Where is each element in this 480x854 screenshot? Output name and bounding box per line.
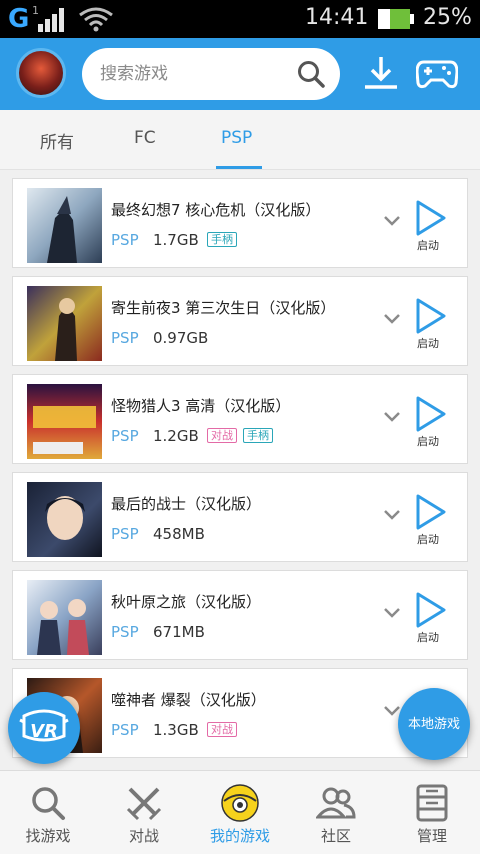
platform-tabs: 所有 FC PSP bbox=[0, 110, 480, 170]
clock: 14:41 bbox=[305, 5, 369, 30]
game-platform: PSP bbox=[111, 427, 139, 445]
active-tab-indicator bbox=[216, 166, 262, 169]
game-size: 0.97GB bbox=[153, 329, 209, 347]
gamepad-badge: 手柄 bbox=[243, 428, 273, 443]
chevron-down-icon[interactable] bbox=[383, 509, 401, 521]
vr-headset-icon: VR bbox=[19, 709, 69, 742]
versus-badge: 对战 bbox=[207, 722, 237, 737]
gamepad-badge: 手柄 bbox=[207, 232, 237, 247]
nav-community[interactable]: 社区 bbox=[288, 771, 384, 854]
game-platform: PSP bbox=[111, 329, 139, 347]
game-size: 671MB bbox=[153, 623, 205, 641]
chevron-down-icon[interactable] bbox=[383, 313, 401, 325]
game-size: 1.3GB bbox=[153, 721, 199, 739]
nav-battle[interactable]: 对战 bbox=[96, 771, 192, 854]
crossed-swords-icon bbox=[126, 787, 162, 821]
versus-badge: 对战 bbox=[207, 428, 237, 443]
vr-button[interactable]: VR bbox=[8, 692, 80, 764]
app-screen: G 1 14:41 25% 搜索游戏 所有 FC PSP 最终幻想7 核心危机（… bbox=[0, 0, 480, 854]
avatar[interactable] bbox=[16, 48, 66, 98]
game-title: 最终幻想7 核心危机（汉化版） bbox=[111, 201, 321, 219]
game-size: 1.2GB bbox=[153, 427, 199, 445]
game-cover-image bbox=[27, 188, 102, 263]
game-title: 寄生前夜3 第三次生日（汉化版） bbox=[111, 299, 336, 317]
battery-icon bbox=[378, 9, 414, 29]
game-card[interactable]: 怪物猎人3 高清（汉化版） PSP 1.2GB 对战 手柄 启动 bbox=[12, 374, 468, 464]
app-header bbox=[0, 38, 480, 110]
play-icon[interactable] bbox=[415, 493, 447, 531]
start-button-label[interactable]: 启动 bbox=[417, 629, 439, 645]
search-bar[interactable] bbox=[82, 48, 340, 100]
network-type: G bbox=[8, 4, 30, 34]
game-card[interactable]: 寄生前夜3 第三次生日（汉化版） PSP 0.97GB 启动 bbox=[12, 276, 468, 366]
search-input[interactable] bbox=[100, 60, 280, 88]
play-icon[interactable] bbox=[415, 395, 447, 433]
nav-label: 对战 bbox=[128, 827, 159, 845]
bottom-nav: 找游戏 对战 我的游戏 社区 管理 bbox=[0, 770, 480, 854]
nav-label: 找游戏 bbox=[25, 827, 71, 845]
nav-my-games[interactable]: 我的游戏 bbox=[192, 771, 288, 854]
search-icon bbox=[32, 787, 65, 820]
game-card[interactable]: 最终幻想7 核心危机（汉化版） PSP 1.7GB 手柄 启动 bbox=[12, 178, 468, 268]
play-icon[interactable] bbox=[415, 591, 447, 629]
manage-icon bbox=[416, 784, 448, 822]
start-button-label[interactable]: 启动 bbox=[417, 531, 439, 547]
status-bar: G 1 14:41 25% bbox=[0, 0, 480, 38]
game-platform: PSP bbox=[111, 525, 139, 543]
game-title: 秋叶原之旅（汉化版） bbox=[111, 593, 262, 611]
game-card[interactable]: 秋叶原之旅（汉化版） PSP 671MB 启动 bbox=[12, 570, 468, 660]
game-cover-image bbox=[27, 286, 102, 361]
nav-find-games[interactable]: 找游戏 bbox=[0, 771, 96, 854]
nav-label: 社区 bbox=[320, 827, 351, 845]
game-platform: PSP bbox=[111, 623, 139, 641]
game-platform: PSP bbox=[111, 231, 139, 249]
my-games-icon bbox=[221, 784, 259, 822]
game-title: 最后的战士（汉化版） bbox=[111, 495, 262, 513]
download-icon[interactable] bbox=[362, 54, 400, 92]
tab-all[interactable]: 所有 bbox=[40, 128, 74, 153]
community-icon bbox=[316, 787, 356, 819]
start-button-label[interactable]: 启动 bbox=[417, 335, 439, 351]
game-cover-image bbox=[27, 580, 102, 655]
local-games-button[interactable]: 本地游戏 bbox=[398, 688, 470, 760]
nav-label: 管理 bbox=[416, 827, 447, 845]
battery-percent: 25% bbox=[423, 5, 472, 30]
game-title: 噬神者 爆裂（汉化版） bbox=[111, 691, 266, 709]
tab-psp[interactable]: PSP bbox=[221, 128, 252, 148]
signal-icon bbox=[36, 8, 68, 32]
search-icon[interactable] bbox=[296, 59, 326, 89]
nav-manage[interactable]: 管理 bbox=[384, 771, 480, 854]
game-cover-image bbox=[27, 482, 102, 557]
game-title: 怪物猎人3 高清（汉化版） bbox=[111, 397, 291, 415]
tab-fc[interactable]: FC bbox=[134, 128, 156, 148]
play-icon[interactable] bbox=[415, 199, 447, 237]
game-card[interactable]: 最后的战士（汉化版） PSP 458MB 启动 bbox=[12, 472, 468, 562]
game-size: 458MB bbox=[153, 525, 205, 543]
start-button-label[interactable]: 启动 bbox=[417, 433, 439, 449]
chevron-down-icon[interactable] bbox=[383, 411, 401, 423]
chevron-down-icon[interactable] bbox=[383, 607, 401, 619]
gamepad-icon[interactable] bbox=[416, 56, 458, 90]
wifi-icon bbox=[79, 7, 113, 32]
game-cover-image bbox=[27, 384, 102, 459]
game-platform: PSP bbox=[111, 721, 139, 739]
chevron-down-icon[interactable] bbox=[383, 215, 401, 227]
game-size: 1.7GB bbox=[153, 231, 199, 249]
nav-label: 我的游戏 bbox=[209, 827, 270, 845]
play-icon[interactable] bbox=[415, 297, 447, 335]
vr-label: VR bbox=[30, 721, 58, 742]
start-button-label[interactable]: 启动 bbox=[417, 237, 439, 253]
